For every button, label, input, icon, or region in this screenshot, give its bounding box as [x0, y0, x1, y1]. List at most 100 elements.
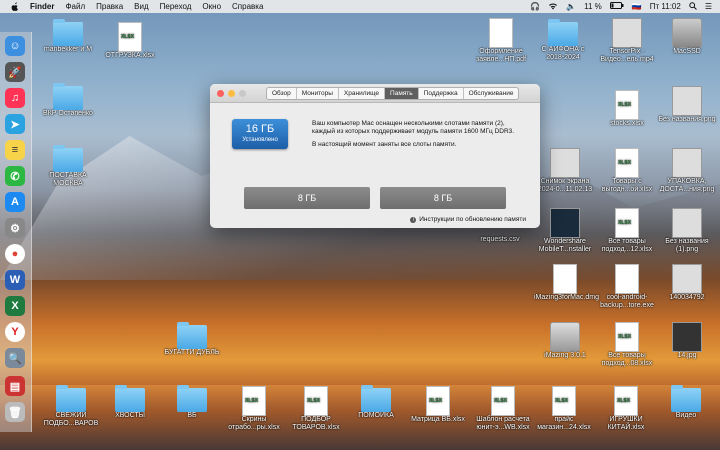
desktop-file[interactable]: XLSX Товары с выгодн...ой.xlsx [596, 148, 658, 194]
desktop-file[interactable]: XLSX прайс магазин...24.xlsx [532, 386, 596, 432]
desktop-file[interactable]: Без названия (1).png [658, 208, 716, 254]
xlsx-file-icon: XLSX [615, 148, 639, 178]
desktop-folder[interactable]: СВЕЖИЙ ПОДБО...ВАРОВ [38, 385, 104, 428]
desktop-file[interactable]: XLSX ИГРУШКИ КИТАЙ.xlsx [594, 386, 658, 432]
disk-icon [550, 322, 580, 352]
telegram-icon[interactable]: ➤ [5, 114, 25, 134]
app-icon [550, 208, 580, 238]
xlsx-file-icon: XLSX [304, 386, 328, 416]
desktop-file[interactable]: Оформление заявле...НП.pdf [470, 18, 532, 64]
dmg-file-icon [553, 264, 577, 294]
folder-icon [53, 83, 83, 110]
excel-icon[interactable]: X [5, 296, 25, 316]
chrome-icon[interactable]: ● [5, 244, 25, 264]
desktop-file[interactable]: XLSX Скрины отрабо...ры.xlsx [222, 386, 286, 432]
desktop-file[interactable]: iMazing3forMac.dmg [534, 264, 599, 302]
desktop-file[interactable]: requests.csv [470, 236, 530, 244]
memory-chip-icon: 16 ГБ Установлено [232, 119, 288, 149]
folder-icon [548, 19, 578, 46]
menu-edit[interactable]: Правка [96, 2, 123, 11]
stocks-icon[interactable]: ▤ [5, 376, 25, 396]
desktop-folder[interactable]: ПОСТАВКА МОСКВА [38, 145, 98, 188]
menu-file[interactable]: Файл [65, 2, 85, 11]
desktop-file[interactable]: XLSX ОТГРУЗКА.xlsx [100, 22, 160, 60]
xlsx-file-icon: XLSX [242, 386, 266, 416]
menu-help[interactable]: Справка [232, 2, 263, 11]
search-icon[interactable] [689, 1, 697, 12]
desktop-disk[interactable]: iMazing 3.0.1 [534, 322, 596, 360]
headphones-icon[interactable]: 🎧 [530, 2, 540, 11]
memory-panel: 16 ГБ Установлено Ваш компьютер Mac осна… [210, 103, 540, 228]
desktop-folder[interactable]: Видео [656, 385, 716, 420]
system-preferences-icon[interactable]: ⚙ [5, 218, 25, 238]
folder-icon [177, 385, 207, 412]
notes-icon[interactable]: ≡ [5, 140, 25, 160]
desktop-folder[interactable]: С АЙФОНА с 2018-2024 [532, 19, 594, 62]
menu-finder[interactable]: Finder [30, 2, 54, 11]
menu-view[interactable]: Вид [134, 2, 148, 11]
desktop-file[interactable]: Снимок экрана 2024-0...11.02.13 [534, 148, 596, 194]
desktop-folder[interactable]: ВБ [162, 385, 222, 420]
desktop-file[interactable]: cool-android-backup...tore.exe [596, 264, 658, 310]
clock[interactable]: Пт 11:02 [650, 2, 681, 11]
menu-go[interactable]: Переход [160, 2, 192, 11]
desktop-file[interactable]: XLSX ПОДБОР ТОВАРОВ.xlsx [284, 386, 348, 432]
window-titlebar[interactable]: Обзор Мониторы Хранилище Память Поддержк… [210, 84, 540, 103]
tab-displays[interactable]: Мониторы [297, 88, 339, 99]
battery-icon[interactable] [609, 2, 624, 11]
status-area: 🎧 🔈 11 % 🇷🇺 Пт 11:02 ☰ [530, 0, 712, 13]
yandex-icon[interactable]: Y [5, 322, 25, 342]
image-file-icon [672, 148, 702, 178]
wifi-icon[interactable] [548, 2, 558, 12]
desktop-file[interactable]: XLSX Шаблон расчета юнит-э...WB.xlsx [470, 386, 536, 432]
memory-slot-1: 8 ГБ [244, 187, 370, 209]
tab-support[interactable]: Поддержка [419, 88, 464, 99]
desktop-file[interactable]: 140034792 [658, 264, 716, 302]
memory-slot-2: 8 ГБ [380, 187, 506, 209]
menu-window[interactable]: Окно [202, 2, 221, 11]
desktop-folder[interactable]: БУГАТТИ ДУБЛЬ [160, 322, 224, 357]
desktop-folder[interactable]: ПОМОЙКА [346, 385, 406, 420]
trash-icon[interactable]: 🗑 [5, 402, 25, 422]
word-icon[interactable]: W [5, 270, 25, 290]
appstore-icon[interactable]: A [5, 192, 25, 212]
apple-menu-icon[interactable] [10, 1, 20, 12]
desktop-file[interactable]: XLSX Матрица ВБ.xlsx [406, 386, 470, 424]
desktop-file[interactable]: Без названия.png [658, 86, 716, 124]
desktop-file[interactable]: TensorPix - Видео...ель.mp4 [596, 18, 658, 64]
tab-overview[interactable]: Обзор [267, 88, 297, 99]
menu-list-icon[interactable]: ☰ [705, 2, 712, 11]
xlsx-file-icon: XLSX [552, 386, 576, 416]
close-button[interactable] [217, 90, 224, 97]
exe-file-icon [615, 264, 639, 294]
tab-service[interactable]: Обслуживание [464, 88, 519, 99]
desktop-folder[interactable]: ХВОСТЫ [100, 385, 160, 420]
xlsx-file-icon: XLSX [615, 208, 639, 238]
tab-storage[interactable]: Хранилище [339, 88, 386, 99]
finder-icon[interactable]: ☺ [5, 36, 25, 56]
folder-icon [177, 322, 207, 349]
volume-icon[interactable]: 🔈 [566, 2, 576, 11]
tab-memory[interactable]: Память [385, 88, 419, 99]
desktop-file[interactable]: XLSX stocks.xlsx [596, 90, 658, 128]
desktop-file[interactable]: XLSX Все товары подход...08.xlsx [596, 322, 658, 368]
desktop-disk[interactable]: MacSSD [658, 18, 716, 56]
image-file-icon [550, 148, 580, 178]
desktop-file[interactable]: 14.jpg [658, 322, 716, 360]
folder-icon [671, 385, 701, 412]
flag-icon[interactable]: 🇷🇺 [632, 2, 642, 11]
minimize-button[interactable] [228, 90, 235, 97]
whatsapp-icon[interactable]: ✆ [5, 166, 25, 186]
desktop-folder[interactable]: ВКР Остапенко [38, 83, 98, 118]
launchpad-icon[interactable]: 🚀 [5, 62, 25, 82]
itunes-icon[interactable]: ♫ [5, 88, 25, 108]
preview-icon[interactable]: 🔍 [5, 348, 25, 368]
desktop-folder[interactable]: manbekker и М [38, 19, 98, 54]
desktop-file[interactable]: Wondershare MobileT...nstaller [534, 208, 596, 254]
zoom-button[interactable] [239, 90, 246, 97]
memory-upgrade-link[interactable]: i Инструкции по обновлению памяти [410, 216, 526, 223]
folder-icon [53, 19, 83, 46]
battery-percent[interactable]: 11 % [584, 2, 602, 11]
desktop-file[interactable]: XLSX Все товары подход...12.xlsx [596, 208, 658, 254]
desktop-file[interactable]: УПАКОВКА, ДОСТА...ния.png [658, 148, 716, 194]
